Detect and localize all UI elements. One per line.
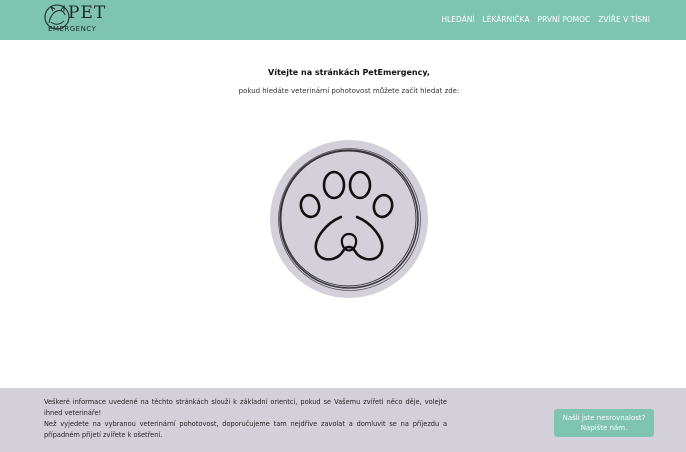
top-navbar: PET EMERGENCY HLEDÁNÍ LÉKÁRNIČKA PRVNÍ P… [0,0,686,40]
main-nav: HLEDÁNÍ LÉKÁRNIČKA PRVNÍ POMOC ZVÍŘE V T… [441,15,650,24]
nav-item-prvni-pomoc[interactable]: PRVNÍ POMOC [538,15,591,24]
paw-search-button[interactable] [266,139,432,301]
nav-item-hledani[interactable]: HLEDÁNÍ [441,15,474,24]
nav-item-zvire-v-tisni[interactable]: ZVÍŘE V TÍSNI [598,15,650,24]
footer: Veškeré informace uvedené na těchto strá… [0,388,686,452]
logo-text-emergency: EMERGENCY [48,25,97,33]
pet-emergency-logo[interactable]: PET EMERGENCY [43,3,105,37]
disclaimer-paragraph: Než vyjedete na vybranou veterinární poh… [44,420,447,439]
nav-item-lekarnicka[interactable]: LÉKÁRNIČKA [483,15,530,24]
logo-text-pet: PET [68,3,107,23]
welcome-subtitle: pokud hledáte veterinární pohotovost můž… [238,87,460,95]
report-issue-line2: Napište nám. [580,424,628,432]
report-issue-line1: Našli jste nesrovnalost? [562,414,646,422]
report-issue-button[interactable]: Našli jste nesrovnalost? Napište nám. [554,409,654,437]
paw-icon [270,140,428,298]
disclaimer-paragraph: Veškeré informace uvedené na těchto strá… [44,398,447,417]
welcome-title: Vítejte na stránkách PetEmergency, [268,68,430,77]
disclaimer-text: Veškeré informace uvedené na těchto strá… [44,397,447,441]
